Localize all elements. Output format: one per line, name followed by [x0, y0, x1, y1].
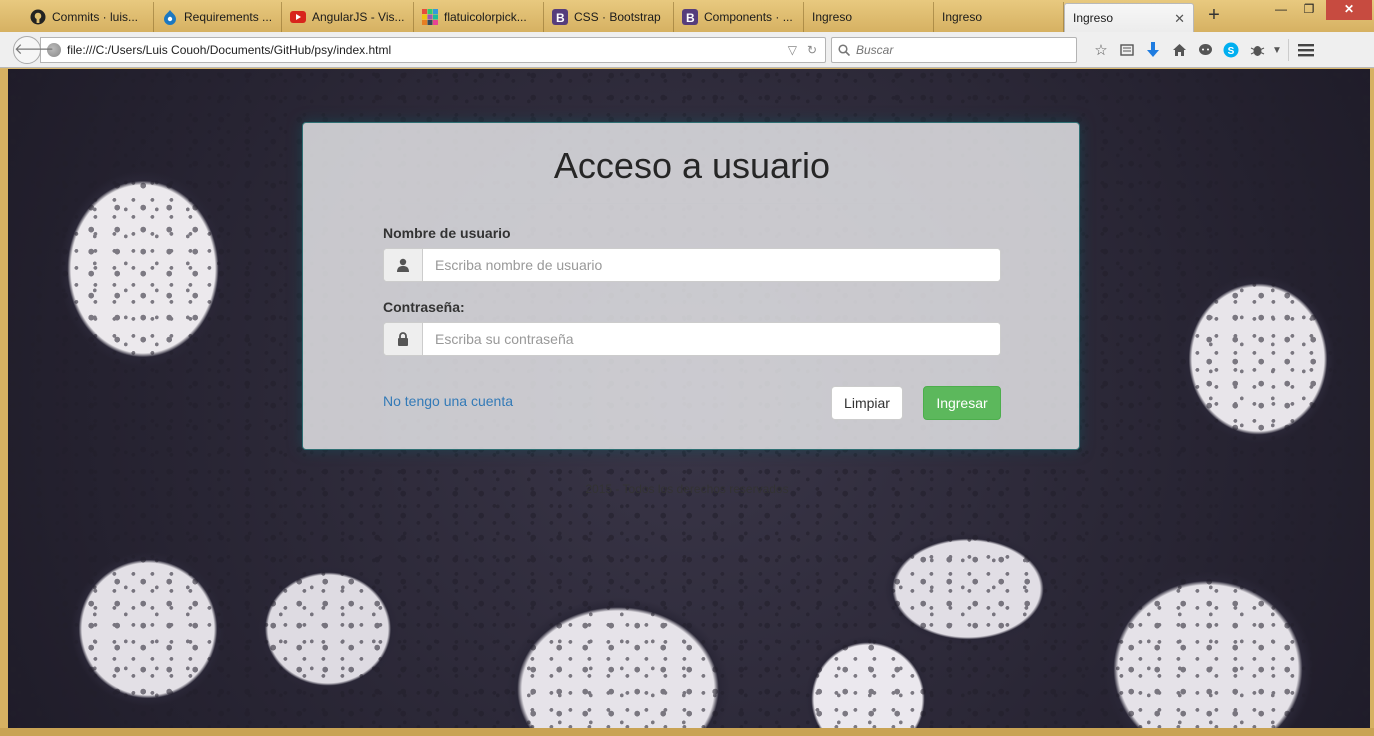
url-text[interactable]: file:///C:/Users/Luis Couoh/Documents/Gi… — [67, 43, 788, 57]
svg-text:B: B — [556, 11, 565, 25]
clear-button[interactable]: Limpiar — [831, 386, 903, 420]
window-frame-right — [1370, 69, 1374, 728]
tab-ingreso-1[interactable]: Ingreso — [804, 2, 934, 32]
download-icon[interactable] — [1140, 39, 1166, 61]
tab-css-bootstrap[interactable]: B CSS · Bootstrap — [544, 2, 674, 32]
tab-label: AngularJS - Vis... — [312, 10, 405, 24]
tab-label: Ingreso — [1073, 11, 1114, 25]
bootstrap-icon: B — [552, 9, 568, 25]
magnifier-icon — [838, 44, 850, 56]
address-bar[interactable]: file:///C:/Users/Luis Couoh/Documents/Gi… — [40, 37, 826, 63]
tab-flatuicolorpicker[interactable]: flatuicolorpick... — [414, 2, 544, 32]
chat-icon[interactable] — [1192, 39, 1218, 61]
bug-icon[interactable] — [1244, 39, 1270, 61]
colorgrid-icon — [422, 9, 438, 25]
close-window-button[interactable]: ✕ — [1326, 0, 1372, 20]
page-viewport: Acceso a usuario Nombre de usuario Contr… — [8, 69, 1370, 728]
window-frame-left — [0, 69, 8, 728]
footer-copyright: 2015 - Todos los derechos reservados — [585, 482, 789, 496]
dropdown-icon[interactable]: ▼ — [1270, 39, 1284, 61]
search-input[interactable] — [856, 43, 1056, 57]
password-label: Contraseña: — [383, 299, 465, 315]
tab-label: CSS · Bootstrap — [574, 10, 661, 24]
tab-label: Commits · luis... — [52, 10, 139, 24]
back-button[interactable]: 🡐 — [13, 36, 54, 64]
search-bar[interactable] — [831, 37, 1077, 63]
tab-label: Requirements ... — [184, 10, 273, 24]
new-tab-button[interactable]: + — [1204, 5, 1224, 27]
toolbar-icons: ☆ S ▼ — [1088, 39, 1319, 61]
svg-text:S: S — [1228, 46, 1235, 57]
tab-label: Ingreso — [812, 10, 853, 24]
password-group — [383, 322, 1001, 356]
close-tab-icon[interactable]: ✕ — [1174, 11, 1185, 27]
username-label: Nombre de usuario — [383, 225, 511, 241]
navigation-bar: file:///C:/Users/Luis Couoh/Documents/Gi… — [0, 32, 1374, 68]
title-divider — [383, 203, 1001, 204]
bootstrap-icon: B — [682, 9, 698, 25]
os-taskbar — [0, 728, 1374, 736]
submit-button[interactable]: Ingresar — [923, 386, 1001, 420]
username-group — [383, 248, 1001, 282]
toolbar-separator — [1288, 39, 1289, 61]
home-icon[interactable] — [1166, 39, 1192, 61]
youtube-icon — [290, 9, 306, 25]
tab-label: flatuicolorpick... — [444, 10, 527, 24]
bookmark-star-icon[interactable]: ☆ — [1088, 39, 1114, 61]
tab-label: Components · ... — [704, 10, 793, 24]
tab-label: Ingreso — [942, 10, 983, 24]
lock-icon — [384, 323, 423, 355]
svg-text:B: B — [686, 11, 695, 25]
signup-link[interactable]: No tengo una cuenta — [383, 393, 513, 409]
skype-icon[interactable]: S — [1218, 39, 1244, 61]
username-input[interactable] — [423, 249, 1000, 281]
password-input[interactable] — [423, 323, 1000, 355]
menu-icon[interactable] — [1293, 39, 1319, 61]
reload-icon[interactable]: ↻ — [807, 43, 817, 57]
tab-strip: Commits · luis... Requirements ... Angul… — [0, 0, 1374, 32]
tab-ingreso-2[interactable]: Ingreso — [934, 2, 1064, 32]
tab-ingreso-active[interactable]: Ingreso ✕ — [1064, 3, 1194, 32]
tab-commits[interactable]: Commits · luis... — [22, 2, 154, 32]
drupal-icon — [162, 9, 178, 25]
maximize-button[interactable]: ❐ — [1296, 0, 1322, 20]
dropdown-arrow-icon[interactable]: ▽ — [788, 43, 797, 57]
reading-list-icon[interactable] — [1114, 39, 1140, 61]
tab-angularjs[interactable]: AngularJS - Vis... — [282, 2, 414, 32]
back-arrow-icon: 🡐 — [14, 41, 55, 58]
github-icon — [30, 9, 46, 25]
minimize-button[interactable]: — — [1268, 0, 1294, 20]
page-title: Acceso a usuario — [553, 145, 831, 186]
login-panel: Acceso a usuario Nombre de usuario Contr… — [302, 122, 1080, 450]
tab-components[interactable]: B Components · ... — [674, 2, 804, 32]
tab-requirements[interactable]: Requirements ... — [154, 2, 282, 32]
user-icon — [384, 249, 423, 281]
